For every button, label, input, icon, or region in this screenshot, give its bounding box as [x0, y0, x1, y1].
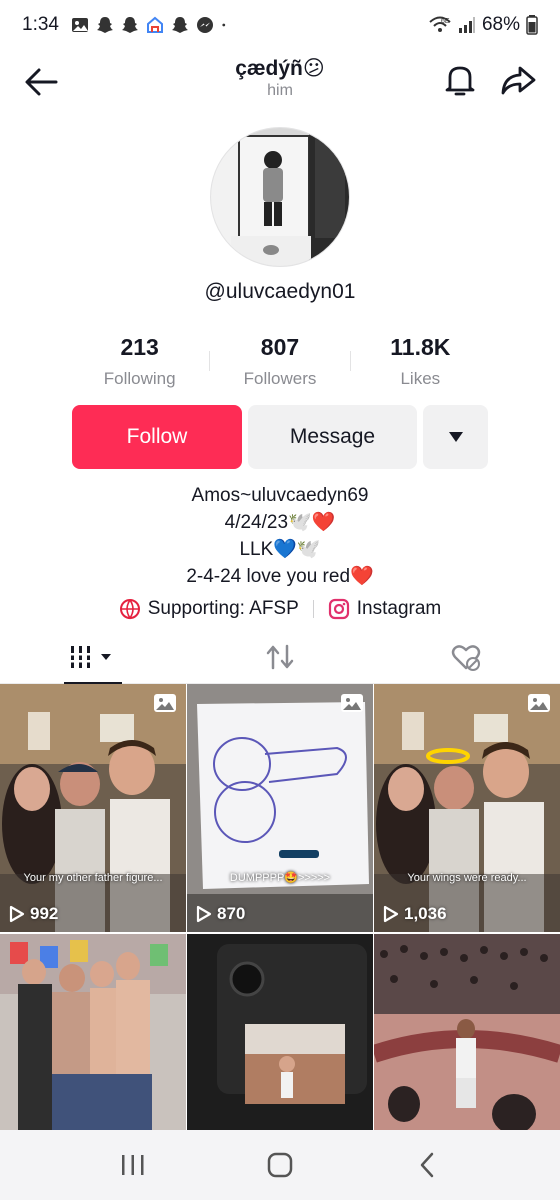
view-count-value: 1,036: [404, 904, 447, 923]
tab-videos[interactable]: [0, 630, 187, 684]
video-thumbnail[interactable]: [187, 934, 373, 1130]
bio-line: LLK💙🕊️: [239, 539, 321, 560]
video-caption: Your wings were ready...: [407, 872, 527, 884]
profile-tabs: [0, 630, 560, 684]
signal-icon: [458, 17, 475, 33]
recent-apps-icon: [122, 1155, 144, 1175]
google-home-icon: [146, 16, 163, 33]
username: @uluvcaedyn01: [204, 280, 356, 303]
share-arrow-icon: [501, 66, 536, 95]
photo-mode-icon: [341, 694, 363, 712]
avatar-photo: [211, 128, 349, 266]
view-count-value: 870: [217, 904, 246, 923]
video-grid: Your my other father figure... 992 DUMPP…: [0, 684, 560, 1130]
messenger-icon: [196, 17, 213, 33]
profile-links: Supporting: AFSP Instagram: [0, 598, 560, 620]
play-icon: [383, 905, 399, 923]
stat-followers[interactable]: 807 Followers: [210, 334, 349, 389]
status-bar: 1:34 6E 68%: [0, 0, 560, 50]
repost-icon: [266, 644, 294, 669]
bio-line: Amos~uluvcaedyn69: [191, 485, 369, 506]
stat-value: 213: [120, 333, 159, 360]
bio-line: 4/24/23🕊️❤️: [224, 512, 336, 533]
stat-value: 807: [260, 333, 300, 360]
recent-apps-button[interactable]: [113, 1145, 153, 1185]
supporting-label: Supporting: AFSP: [147, 598, 299, 619]
video-thumbnail[interactable]: Your my other father figure... 992: [0, 684, 186, 932]
notification-button[interactable]: [440, 60, 480, 100]
video-thumbnail[interactable]: [374, 934, 560, 1130]
profile-header: çædýñ😕 him: [0, 50, 560, 120]
notification-icons: [71, 16, 231, 34]
caret-down-icon: [448, 432, 463, 442]
stat-following[interactable]: 213 Following: [70, 334, 209, 389]
stat-label: Following: [103, 368, 176, 388]
stat-likes[interactable]: 11.8K Likes: [351, 334, 490, 389]
avatar[interactable]: [210, 127, 350, 267]
follow-button[interactable]: Follow: [72, 405, 242, 469]
home-button[interactable]: [260, 1145, 300, 1185]
photo-mode-icon: [154, 694, 176, 712]
battery-icon: [526, 15, 538, 35]
wifi-icon: 6E: [429, 16, 451, 32]
tab-liked[interactable]: [373, 630, 560, 683]
home-icon: [267, 1152, 293, 1178]
message-button[interactable]: Message: [248, 405, 417, 469]
view-count-value: 992: [30, 904, 59, 923]
back-nav-button[interactable]: [407, 1145, 447, 1185]
play-icon: [9, 905, 25, 923]
battery-percent: 68%: [481, 14, 520, 35]
stat-label: Followers: [243, 368, 317, 388]
video-grid-icon: [69, 645, 112, 668]
instagram-label: Instagram: [356, 598, 442, 619]
status-right: 6E 68%: [428, 14, 538, 36]
instagram-icon: [328, 598, 349, 620]
video-thumbnail[interactable]: DUMPPPP🤩>>>>> 870: [187, 684, 373, 932]
view-count: 1,036: [383, 904, 447, 924]
gallery-icon: [71, 18, 88, 32]
bell-icon: [445, 66, 475, 96]
thumbnail-image: [374, 684, 560, 932]
thumbnail-image: [187, 684, 373, 932]
stat-label: Likes: [400, 368, 441, 388]
profile-stats: 213 Following 807 Followers 11.8K Likes: [70, 330, 490, 392]
thumbnail-image: [0, 934, 186, 1130]
suggested-accounts-button[interactable]: [423, 405, 488, 469]
snapchat-icon: [171, 17, 188, 33]
view-count: 870: [196, 904, 245, 924]
thumbnail-image: [0, 684, 186, 932]
thumbnail-image: [374, 934, 560, 1130]
tab-reposts[interactable]: [187, 630, 374, 683]
svg-text:6E: 6E: [441, 18, 450, 25]
video-caption: Your my other father figure...: [23, 872, 163, 884]
supporting-link[interactable]: Supporting: AFSP: [119, 598, 299, 620]
bio: Amos~uluvcaedyn69 4/24/23🕊️❤️ LLK💙🕊️ 2-4…: [0, 482, 560, 590]
video-caption: DUMPPPP🤩>>>>>: [229, 872, 331, 884]
instagram-link[interactable]: Instagram: [328, 598, 441, 620]
dot-icon: [222, 23, 226, 27]
globe-heart-icon: [119, 599, 140, 620]
chevron-left-icon: [420, 1152, 433, 1178]
video-thumbnail[interactable]: [0, 934, 186, 1130]
view-count: 992: [9, 904, 58, 924]
play-icon: [196, 905, 212, 923]
thumbnail-image: [187, 934, 373, 1130]
stat-value: 11.8K: [390, 333, 451, 360]
divider: [312, 600, 314, 618]
bio-line: 2-4-24 love you red❤️: [186, 566, 374, 587]
video-thumbnail[interactable]: Your wings were ready... 1,036: [374, 684, 560, 932]
status-time: 1:34: [22, 14, 59, 35]
share-button[interactable]: [498, 60, 538, 100]
snapchat-icon: [121, 17, 138, 33]
system-nav-bar: [0, 1130, 560, 1200]
hidden-likes-icon: [452, 644, 481, 671]
photo-mode-icon: [528, 694, 550, 712]
snapchat-icon: [96, 17, 113, 33]
